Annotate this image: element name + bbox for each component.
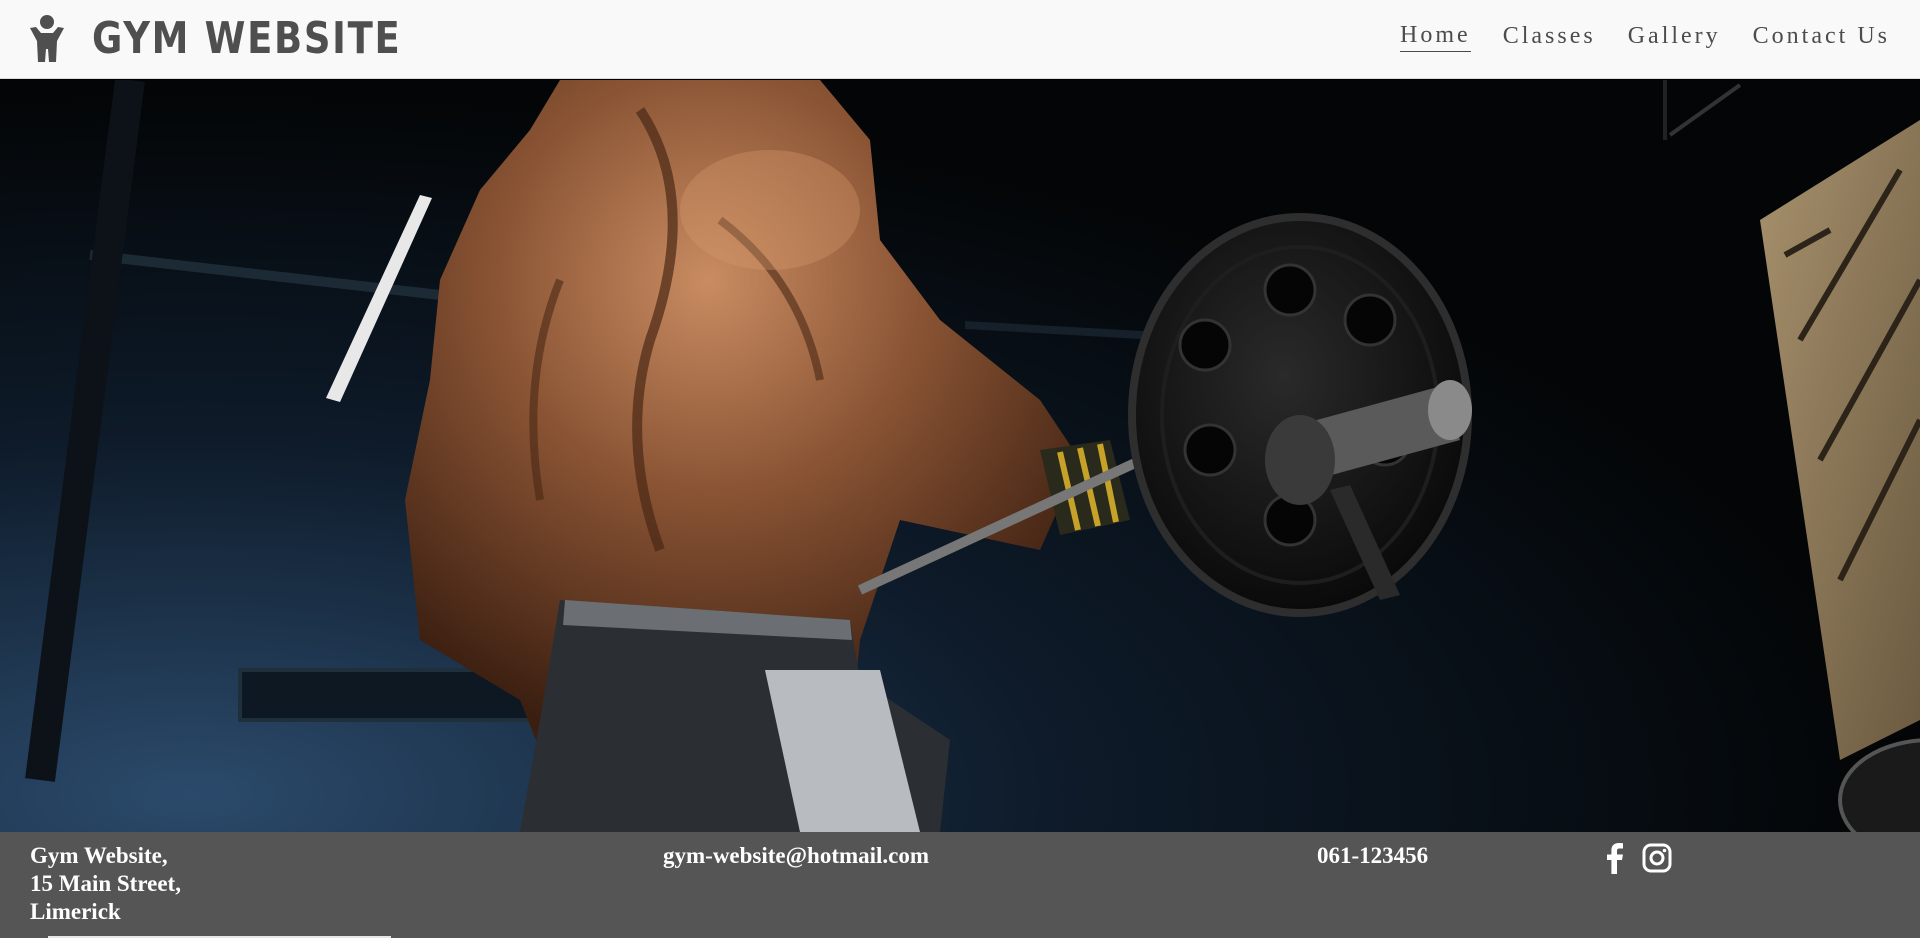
- address-line: Gym Website,: [30, 843, 168, 868]
- address-line: Limerick: [30, 899, 121, 924]
- nav-contact-us[interactable]: Contact Us: [1753, 23, 1890, 52]
- footer-address: Gym Website, 15 Main Street, Limerick: [30, 842, 181, 926]
- footer-email[interactable]: gym-website@hotmail.com: [663, 842, 929, 870]
- nav-home[interactable]: Home: [1400, 22, 1471, 52]
- hero-image: [0, 80, 1920, 832]
- nav-classes[interactable]: Classes: [1503, 23, 1596, 52]
- site-header: GYM WEBSITE Home Classes Gallery Contact…: [0, 0, 1920, 79]
- brand-name: GYM WEBSITE: [92, 12, 402, 64]
- main-nav: Home Classes Gallery Contact Us: [1400, 19, 1890, 55]
- footer-phone[interactable]: 061-123456: [1317, 842, 1428, 870]
- facebook-icon[interactable]: [1600, 842, 1630, 874]
- person-icon: [28, 14, 66, 62]
- brand-link[interactable]: GYM WEBSITE: [28, 10, 460, 66]
- site-footer: Gym Website, 15 Main Street, Limerick gy…: [0, 832, 1920, 938]
- instagram-icon[interactable]: [1642, 842, 1672, 874]
- nav-gallery[interactable]: Gallery: [1628, 23, 1721, 52]
- address-line: 15 Main Street,: [30, 871, 181, 896]
- social-links: [1600, 842, 1672, 874]
